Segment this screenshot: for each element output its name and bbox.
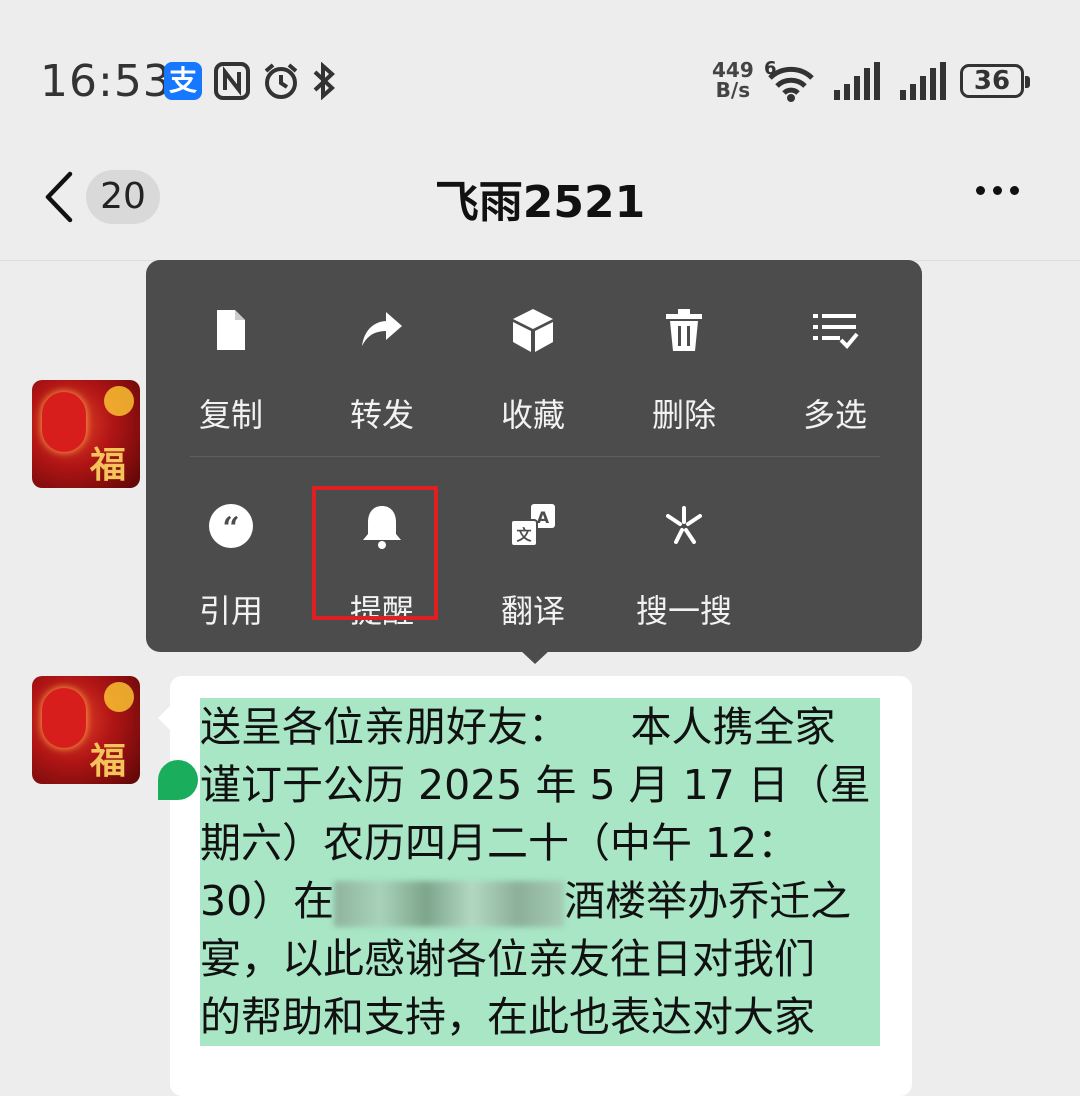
menu-divider: [190, 456, 880, 457]
wifi-label: 6: [764, 58, 777, 79]
net-speed-unit: B/s: [715, 78, 751, 102]
avatar[interactable]: 福: [32, 676, 140, 784]
alarm-icon: [264, 63, 298, 99]
document-icon: [217, 310, 245, 350]
alipay-icon: 支: [164, 62, 202, 100]
signal-icon-2: [900, 62, 946, 100]
menu-item-copy[interactable]: 复制: [156, 280, 306, 434]
message-line: 的帮助和支持，在此也表达对大家: [200, 988, 880, 1046]
menu-item-label: 多选: [802, 396, 867, 434]
nfc-icon: [214, 62, 250, 100]
more-options-icon[interactable]: [976, 180, 1032, 210]
avatar-fu-glyph: 福: [90, 444, 127, 486]
highlight-annotation-box: [312, 486, 438, 620]
menu-item-label: 翻译: [500, 592, 565, 630]
message-text[interactable]: 送呈各位亲朋好友： 本人携全家 谨订于公历 2025 年 5 月 17 日（星 …: [200, 698, 880, 1046]
message-line: 宴，以此感谢各位亲友往日对我们: [200, 930, 880, 988]
status-time: 16:53: [40, 56, 172, 107]
multi-select-icon: [813, 314, 859, 349]
quote-icon: “: [209, 504, 253, 548]
menu-item-quote[interactable]: “ 引用: [156, 476, 306, 630]
forward-icon: [362, 312, 402, 346]
cube-icon: [513, 309, 553, 352]
trash-icon: [666, 309, 702, 351]
signal-icon-1: [834, 62, 880, 100]
battery-indicator: 36: [960, 64, 1030, 98]
message-line-part: 酒楼举办乔迁之: [564, 877, 852, 925]
message-line: 谨订于公历 2025 年 5 月 17 日（星: [200, 756, 880, 814]
avatar[interactable]: 福: [32, 380, 140, 488]
message-line-part: 30）在: [200, 877, 335, 925]
menu-item-label: 搜一搜: [635, 592, 732, 630]
net-speed: 449 B/s: [712, 60, 754, 100]
menu-item-label: 收藏: [500, 396, 565, 434]
menu-pointer: [520, 650, 550, 664]
message-line: 30）在 酒楼举办乔迁之: [200, 872, 880, 930]
menu-item-favorite[interactable]: 收藏: [458, 280, 608, 434]
menu-item-label: 转发: [349, 396, 414, 434]
avatar-fu-glyph: 福: [90, 740, 127, 782]
menu-item-forward[interactable]: 转发: [307, 280, 457, 434]
net-speed-value: 449: [712, 58, 754, 82]
blurred-text: [334, 881, 565, 927]
svg-text:A: A: [537, 508, 550, 527]
message-context-menu: 复制 转发 收藏 删除 多选 “ 引用 提醒 A 文 翻译 搜一搜: [146, 260, 922, 652]
svg-text:文: 文: [516, 526, 532, 544]
translate-icon: A 文: [510, 504, 555, 547]
selection-handle[interactable]: [158, 760, 198, 800]
search-spark-icon: [666, 506, 702, 544]
status-bar: 16:53 支 449 B/s 6 36: [0, 0, 1080, 130]
menu-item-multiselect[interactable]: 多选: [760, 280, 910, 434]
svg-text:“: “: [222, 511, 239, 546]
message-line: 送呈各位亲朋好友： 本人携全家: [200, 698, 880, 756]
bluetooth-icon: [313, 62, 335, 100]
message-line: 期六）农历四月二十（中午 12：: [200, 814, 880, 872]
menu-item-translate[interactable]: A 文 翻译: [458, 476, 608, 630]
menu-item-delete[interactable]: 删除: [609, 280, 759, 434]
chat-title: 飞雨2521: [434, 177, 646, 228]
chat-header: 20 飞雨2521: [0, 130, 1080, 260]
menu-item-label: 引用: [198, 592, 263, 630]
menu-item-search[interactable]: 搜一搜: [609, 476, 759, 630]
menu-item-label: 删除: [651, 396, 716, 434]
menu-item-label: 复制: [198, 396, 263, 434]
